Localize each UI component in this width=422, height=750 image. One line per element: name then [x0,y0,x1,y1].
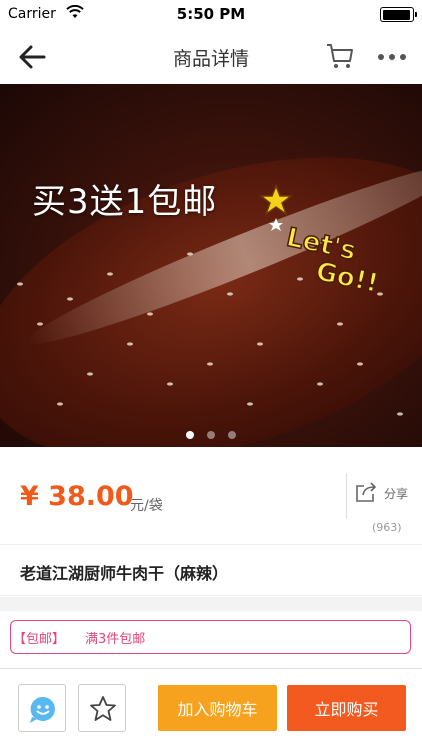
svg-text:Go!!: Go!! [313,257,381,296]
section-gap [0,597,422,611]
cart-icon[interactable] [324,40,356,72]
favorite-button[interactable] [78,684,126,732]
status-bar: Carrier 5:50 PM [0,0,422,30]
promotion-text: 满3件包邮 [85,632,146,647]
divider [346,473,347,519]
lets-go-sticker: Let's Go!! [258,183,382,296]
price-section: ¥ 38.00 元/袋 分享 (963) [0,447,422,545]
share-button[interactable]: 分享 [354,481,414,511]
carousel-dot[interactable] [228,431,236,439]
more-icon[interactable] [376,42,408,72]
carousel-dot[interactable] [207,431,215,439]
share-count: (963) [372,521,402,534]
clock: 5:50 PM [176,5,246,23]
carousel-dot-active[interactable] [186,431,194,439]
nav-bar: 商品详情 [0,30,422,84]
page-title: 商品详情 [172,48,249,70]
price-unit: 元/袋 [130,498,163,514]
buy-now-button[interactable]: 立即购买 [287,685,406,731]
chat-icon [30,696,55,723]
product-title-section: 老道江湖厨师牛肉干（麻辣） [0,546,422,596]
bottom-action-bar: 加入购物车 立即购买 [0,668,422,750]
product-image-carousel[interactable]: 买3送1包邮 Let's Go!! [0,84,422,447]
promotion-banner[interactable]: 【包邮】 满3件包邮 [10,620,411,654]
share-label: 分享 [384,487,409,501]
chat-button[interactable] [18,684,66,732]
promotion-tag: 【包邮】 [13,632,66,647]
price-value: ¥ 38.00 [20,481,134,512]
product-title: 老道江湖厨师牛肉干（麻辣） [20,564,229,583]
star-icon [90,696,116,721]
share-icon [356,482,376,502]
add-to-cart-button[interactable]: 加入购物车 [158,685,277,731]
promo-overlay-text: 买3送1包邮 [32,182,218,222]
battery-icon [380,7,417,22]
